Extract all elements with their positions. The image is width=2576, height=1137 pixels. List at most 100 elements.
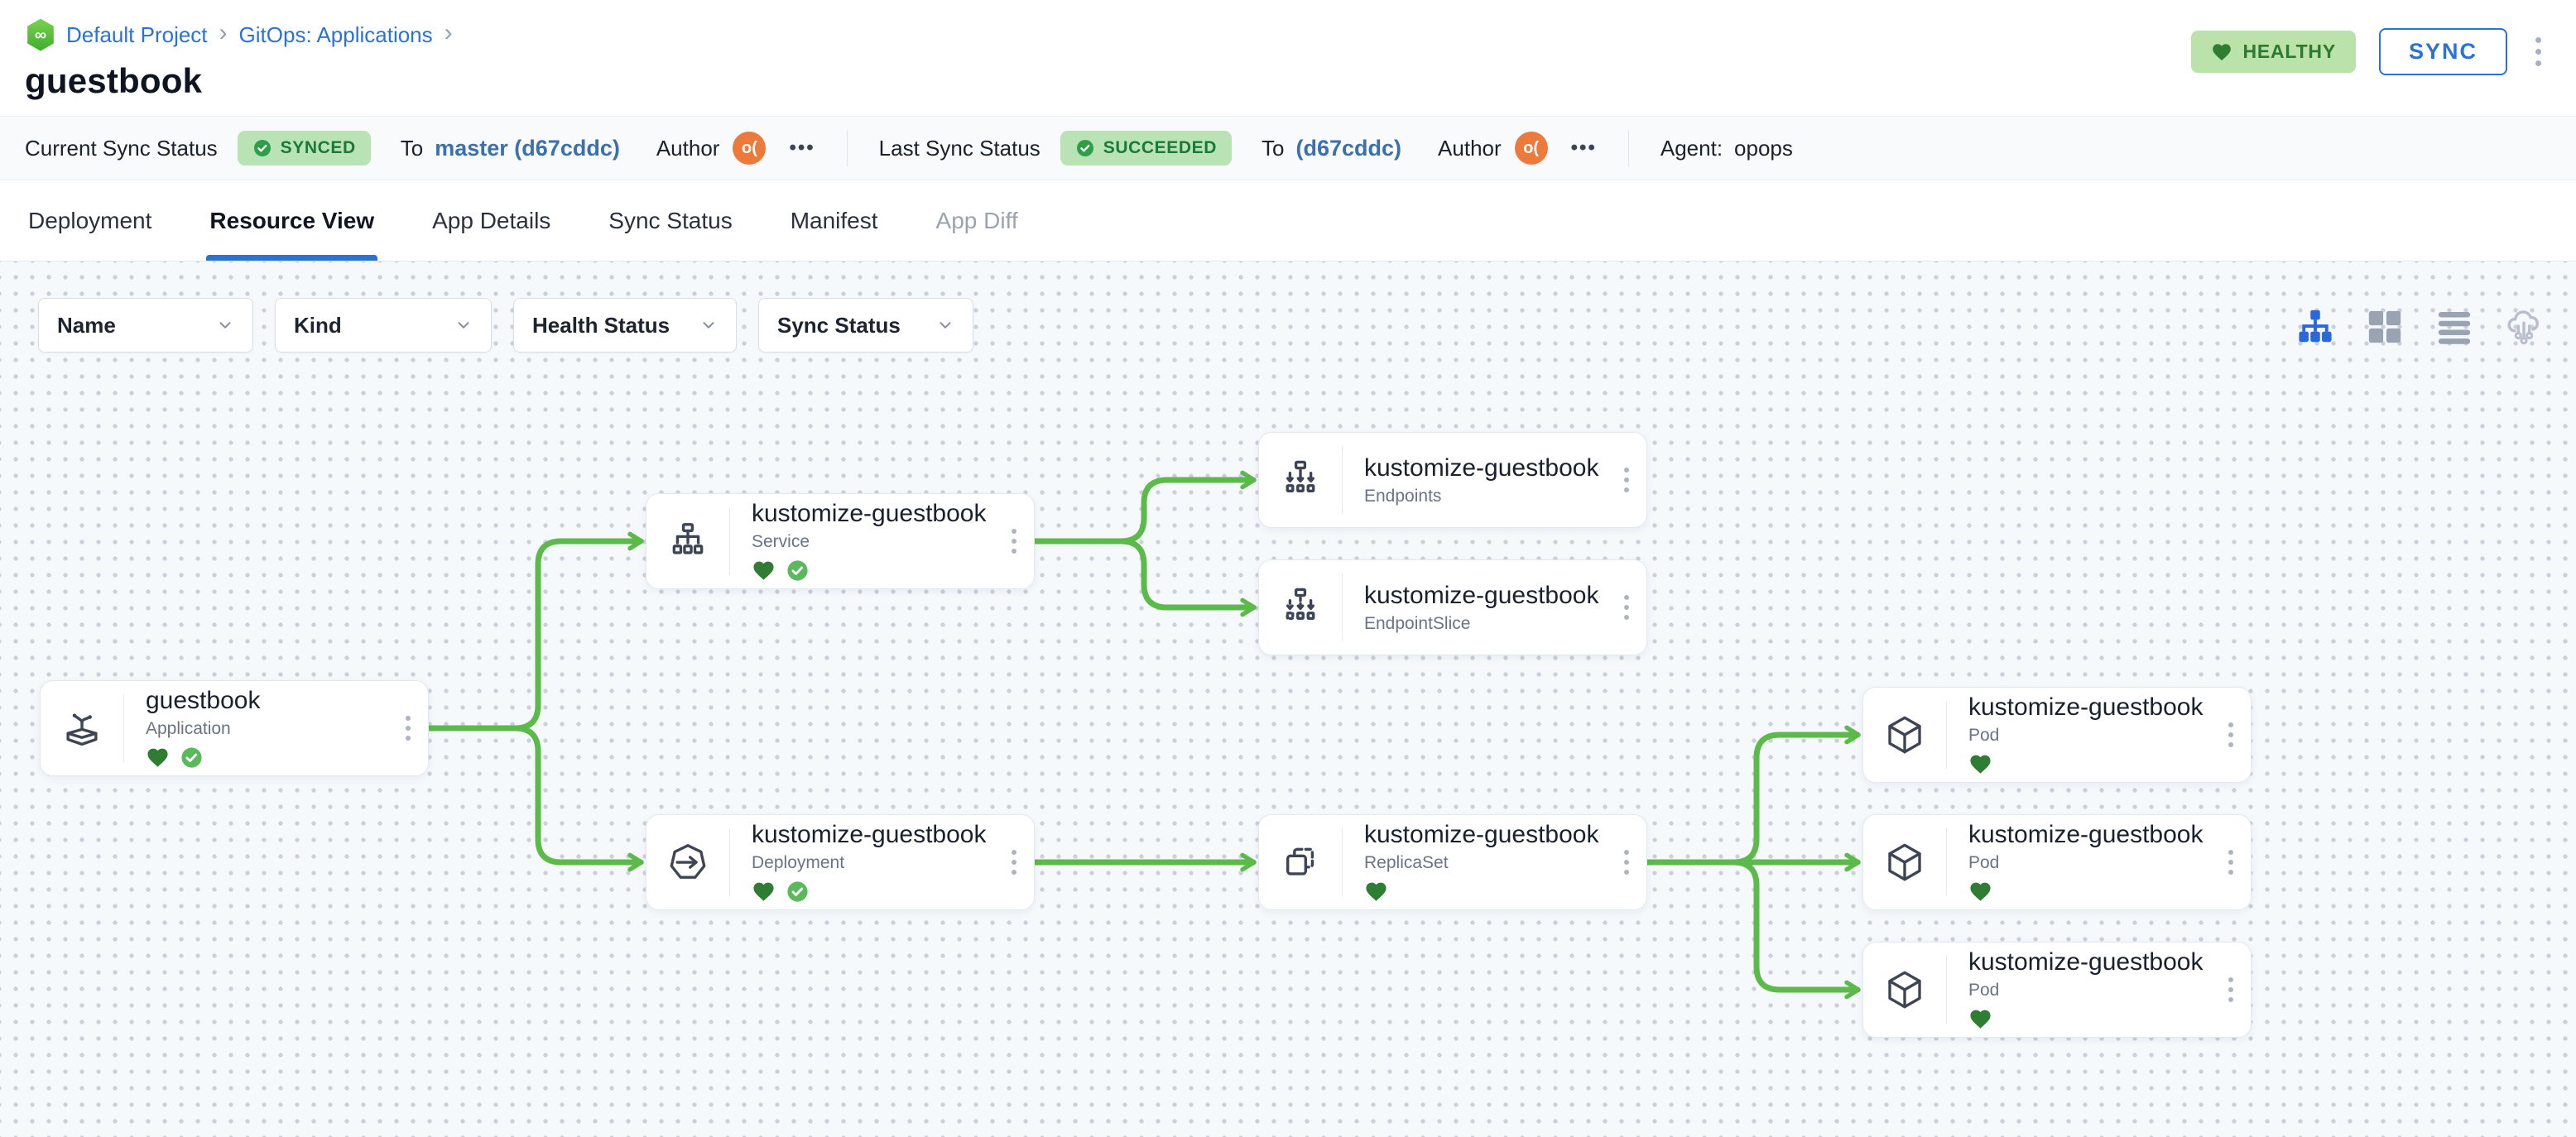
sync-button[interactable]: SYNC xyxy=(2378,28,2507,75)
chevron-down-icon xyxy=(219,322,231,329)
node-kebab-menu-icon[interactable] xyxy=(1607,433,1646,527)
edge-svc-to-ep xyxy=(1031,470,1257,545)
application-icon xyxy=(41,681,123,775)
edge-app-to-svc xyxy=(425,531,644,732)
last-sync-status-label: Last Sync Status xyxy=(878,135,1040,161)
agent-info: Agent: opops xyxy=(1660,136,1793,161)
node-kind: Endpoints xyxy=(1364,486,1442,506)
resource-node-endpoints[interactable]: kustomize-guestbook-ui Endpoints xyxy=(1258,432,1647,528)
replicaset-icon xyxy=(1259,815,1342,909)
breadcrumb: ∞ Default Project › GitOps: Applications… xyxy=(25,17,2546,53)
healthy-heart-icon xyxy=(1970,1010,1991,1029)
node-kebab-menu-icon[interactable] xyxy=(388,681,428,775)
healthy-heart-icon xyxy=(753,561,774,580)
node-kebab-menu-icon[interactable] xyxy=(2211,815,2251,909)
name-filter-dropdown[interactable]: Name xyxy=(38,298,253,353)
node-kebab-menu-icon[interactable] xyxy=(1607,560,1646,655)
node-title: kustomize-guestbook-ui-... xyxy=(1968,693,2204,721)
resource-node-application[interactable]: guestbook Application xyxy=(40,680,429,776)
to-label: To xyxy=(1262,135,1285,161)
tab-resource-view[interactable]: Resource View xyxy=(206,180,377,261)
node-kind: Pod xyxy=(1968,852,2000,872)
tab-app-details[interactable]: App Details xyxy=(429,180,554,261)
commit-message-more-icon[interactable]: ••• xyxy=(1571,137,1597,160)
node-title: kustomize-guestbook-ui-... xyxy=(1364,581,1600,609)
tab-app-diff[interactable]: App Diff xyxy=(933,180,1021,261)
node-kebab-menu-icon[interactable] xyxy=(1607,815,1646,909)
agent-value: opops xyxy=(1734,135,1793,161)
tab-sync-status[interactable]: Sync Status xyxy=(605,180,735,261)
header-kebab-menu-icon[interactable] xyxy=(2530,32,2546,71)
healthy-heart-icon xyxy=(1970,755,1991,774)
chevron-down-icon xyxy=(940,322,951,329)
node-kebab-menu-icon[interactable] xyxy=(994,815,1034,909)
resource-node-pod[interactable]: kustomize-guestbook-ui-... Pod xyxy=(1862,687,2252,783)
agent-label: Agent: xyxy=(1660,135,1723,161)
commit-message-more-icon[interactable]: ••• xyxy=(789,137,815,160)
breadcrumb-separator: › xyxy=(444,19,453,46)
breadcrumb-separator: › xyxy=(219,19,228,46)
node-kind: ReplicaSet xyxy=(1364,852,1449,872)
tab-bar: Deployment Resource View App Details Syn… xyxy=(0,180,2576,261)
author-label: Author xyxy=(1438,135,1502,161)
healthy-heart-icon xyxy=(147,748,168,767)
resource-node-deployment[interactable]: kustomize-guestbook-ui Deployment xyxy=(646,814,1035,910)
view-mode-switcher xyxy=(2296,308,2543,346)
to-label: To xyxy=(400,135,424,161)
node-title: guestbook xyxy=(146,686,261,714)
node-title: kustomize-guestbook-ui-... xyxy=(1968,820,2204,848)
statusbar-divider xyxy=(1627,130,1629,166)
current-sync-status-label: Current Sync Status xyxy=(25,135,218,161)
current-commit-link[interactable]: master (d67cddc) xyxy=(435,136,620,161)
last-sync-status-group: Last Sync Status SUCCEEDED To (d67cddc) … xyxy=(879,131,1597,166)
node-title: kustomize-guestbook-ui xyxy=(752,820,988,848)
edge-rs-to-pod3 xyxy=(1644,859,1861,1000)
current-sync-status-group: Current Sync Status SYNCED To master (d6… xyxy=(25,131,815,166)
synced-check-icon xyxy=(787,881,808,902)
edge-rs-to-pod1 xyxy=(1644,725,1861,866)
check-circle-icon xyxy=(1076,140,1093,156)
tree-view-icon[interactable] xyxy=(2296,308,2334,346)
devtron-logo-icon: ∞ xyxy=(25,17,56,52)
resource-node-endpointslice[interactable]: kustomize-guestbook-ui-... EndpointSlice xyxy=(1258,559,1647,655)
node-kebab-menu-icon[interactable] xyxy=(994,494,1034,588)
sync-status-bar: Current Sync Status SYNCED To master (d6… xyxy=(0,116,2576,180)
node-title: kustomize-guestbook-ui xyxy=(752,499,988,527)
endpointslice-icon xyxy=(1259,560,1342,655)
healthy-heart-icon xyxy=(1970,882,1991,901)
deployment-icon xyxy=(646,815,729,909)
node-kebab-menu-icon[interactable] xyxy=(2211,943,2251,1037)
node-title: kustomize-guestbook-ui-... xyxy=(1364,820,1600,848)
health-badge-label: HEALTHY xyxy=(2242,41,2336,62)
synced-check-icon xyxy=(181,747,202,768)
heart-icon xyxy=(2213,43,2232,60)
pod-icon xyxy=(1863,688,1946,782)
resource-node-pod[interactable]: kustomize-guestbook-ui-... Pod xyxy=(1862,942,2252,1038)
resource-node-service[interactable]: kustomize-guestbook-ui Service xyxy=(646,493,1035,589)
node-kind: Pod xyxy=(1968,725,2000,745)
synced-check-icon xyxy=(787,560,808,581)
edge-svc-to-eps xyxy=(1031,538,1257,617)
node-kebab-menu-icon[interactable] xyxy=(2211,688,2251,782)
page-title: guestbook xyxy=(25,61,203,100)
pod-icon xyxy=(1863,815,1946,909)
kind-filter-dropdown[interactable]: Kind xyxy=(275,298,492,353)
synced-status-badge: SYNCED xyxy=(237,131,371,166)
health-status-filter-dropdown[interactable]: Health Status xyxy=(513,298,737,353)
breadcrumb-project-link[interactable]: Default Project xyxy=(66,22,208,48)
breadcrumb-applications-link[interactable]: GitOps: Applications xyxy=(239,22,433,48)
last-commit-link[interactable]: (d67cddc) xyxy=(1296,136,1402,161)
chevron-down-icon xyxy=(703,322,714,329)
healthy-heart-icon xyxy=(1366,882,1387,901)
cloud-view-icon[interactable] xyxy=(2505,308,2543,346)
tab-manifest[interactable]: Manifest xyxy=(787,180,882,261)
list-view-icon[interactable] xyxy=(2435,308,2473,346)
author-label: Author xyxy=(656,135,720,161)
resource-node-replicaset[interactable]: kustomize-guestbook-ui-... ReplicaSet xyxy=(1258,814,1647,910)
author-avatar: o( xyxy=(1514,132,1548,165)
grid-view-icon[interactable] xyxy=(2366,308,2404,346)
tab-deployment[interactable]: Deployment xyxy=(25,180,155,261)
resource-node-pod[interactable]: kustomize-guestbook-ui-... Pod xyxy=(1862,814,2252,910)
chevron-down-icon xyxy=(458,322,469,329)
sync-status-filter-dropdown[interactable]: Sync Status xyxy=(758,298,973,353)
